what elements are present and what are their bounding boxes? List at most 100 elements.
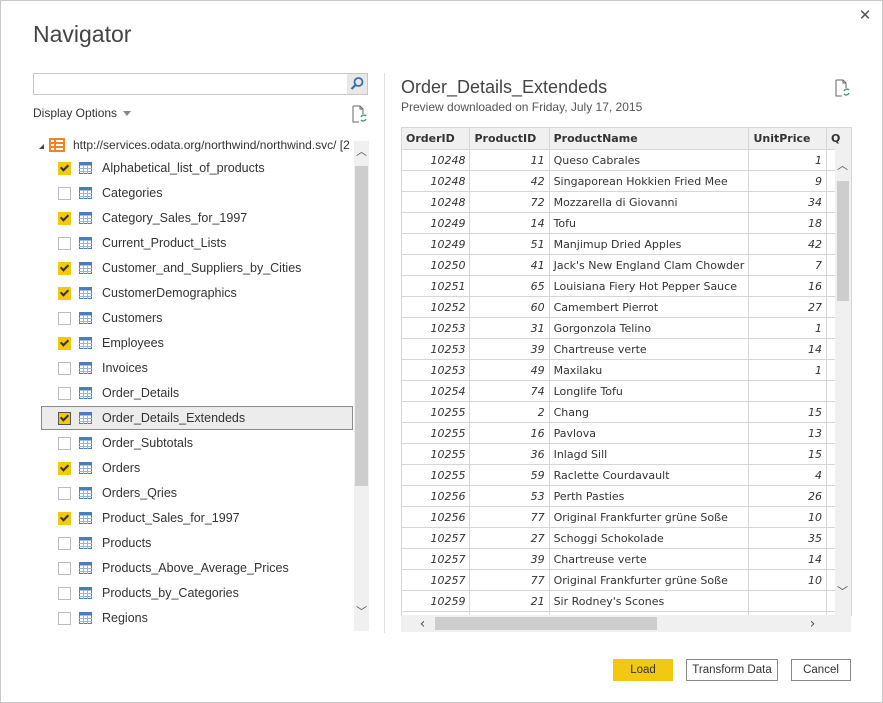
checkbox[interactable] — [58, 211, 71, 225]
table-cell: 77 — [469, 506, 550, 528]
tree-item[interactable]: Order_Details — [41, 381, 353, 405]
table-cell: 10253 — [402, 338, 471, 360]
scroll-up-icon[interactable]: ︿ — [835, 157, 850, 173]
tree-item[interactable]: Order_Details_Extendeds — [41, 406, 353, 430]
table-cell: 10250 — [402, 254, 471, 276]
navigator-tree: http://services.odata.org/northwind/nort… — [33, 131, 353, 631]
tree-item[interactable]: Invoices — [41, 356, 353, 380]
table-cell: 10255 — [402, 401, 471, 423]
table-row: 10252 60 Camembert Pierrot 27 — [402, 296, 852, 318]
tree-item-label: Customer_and_Suppliers_by_Cities — [102, 261, 302, 275]
table-row: 10256 53 Perth Pasties 26 — [402, 485, 852, 507]
expand-triangle-icon[interactable] — [39, 144, 44, 149]
tree-item[interactable]: Orders_Qries — [41, 481, 353, 505]
checkbox[interactable] — [58, 511, 71, 525]
table-row: 10257 27 Schoggi Schokolade 35 — [402, 527, 852, 549]
table-cell: 60 — [469, 296, 550, 318]
table-cell: 36 — [469, 443, 550, 465]
tree-item[interactable]: Customers — [41, 306, 353, 330]
checkbox[interactable] — [58, 361, 71, 375]
cancel-button[interactable]: Cancel — [791, 659, 851, 681]
search-button[interactable] — [347, 74, 367, 94]
column-header[interactable]: Q — [826, 128, 852, 150]
table-cell: Schoggi Schokolade — [549, 527, 750, 549]
checkbox[interactable] — [58, 236, 71, 250]
checkbox[interactable] — [58, 286, 71, 300]
table-cell: Perth Pasties — [549, 485, 750, 507]
load-button[interactable]: Load — [613, 659, 673, 681]
display-options-dropdown[interactable]: Display Options — [33, 106, 132, 120]
tree-item[interactable]: Categories — [41, 181, 353, 205]
checkbox[interactable] — [58, 161, 71, 175]
table-cell: 10255 — [402, 443, 471, 465]
scroll-right-icon[interactable]: › — [805, 616, 820, 632]
scrollbar-thumb[interactable] — [435, 617, 657, 630]
checkbox[interactable] — [58, 261, 71, 275]
checkbox[interactable] — [58, 311, 71, 325]
tree-item[interactable]: Orders — [41, 456, 353, 480]
tree-item[interactable]: Products_by_Categories — [41, 581, 353, 605]
table-cell: Chartreuse verte — [549, 338, 750, 360]
table-icon — [79, 337, 92, 349]
tree-item[interactable]: Customer_and_Suppliers_by_Cities — [41, 256, 353, 280]
tree-item[interactable]: Employees — [41, 331, 353, 355]
table-row: 10253 49 Maxilaku 1 — [402, 359, 852, 381]
tree-item[interactable]: Regions — [41, 606, 353, 630]
scrollbar-thumb[interactable] — [355, 166, 368, 486]
table-row: 10255 16 Pavlova 13 — [402, 422, 852, 444]
table-cell: 10248 — [402, 191, 471, 213]
refresh-document-icon — [352, 105, 367, 123]
search-input[interactable] — [38, 76, 347, 94]
table-row: 10257 77 Original Frankfurter grüne Soße 10 — [402, 569, 852, 591]
table-icon — [79, 487, 92, 499]
column-header[interactable]: ProductName — [549, 128, 750, 150]
table-icon — [79, 187, 92, 199]
preview-grid: OrderID ProductID ProductName UnitPrice Q 10… — [401, 127, 852, 616]
checkbox[interactable] — [58, 386, 71, 400]
tree-item[interactable]: Alphabetical_list_of_products — [41, 156, 353, 180]
tree-item[interactable]: Product_Sales_for_1997 — [41, 506, 353, 530]
scroll-up-icon[interactable]: ︿ — [354, 143, 369, 159]
table-icon — [79, 537, 92, 549]
tree-item-label: Customers — [102, 311, 163, 325]
checkbox[interactable] — [58, 536, 71, 550]
refresh-button[interactable] — [352, 105, 368, 127]
tree-root[interactable]: http://services.odata.org/northwind/nort… — [39, 135, 350, 155]
table-cell: 10259 — [402, 590, 471, 612]
column-header[interactable]: ProductID — [469, 128, 550, 150]
table-cell: 13 — [748, 422, 828, 444]
tree-item[interactable]: Products — [41, 531, 353, 555]
preview-refresh-button[interactable] — [835, 79, 851, 101]
tree-item[interactable]: Category_Sales_for_1997 — [41, 206, 353, 230]
refresh-document-icon — [835, 79, 850, 97]
checkbox[interactable] — [58, 336, 71, 350]
checkbox[interactable] — [58, 411, 71, 425]
checkbox[interactable] — [58, 461, 71, 475]
checkbox[interactable] — [58, 611, 71, 625]
scrollbar-thumb[interactable] — [837, 181, 849, 301]
column-header[interactable]: OrderID — [402, 128, 471, 150]
checkbox[interactable] — [58, 186, 71, 200]
table-cell: 16 — [469, 422, 550, 444]
checkbox[interactable] — [58, 586, 71, 600]
tree-item[interactable]: Current_Product_Lists — [41, 231, 353, 255]
preview-horizontal-scrollbar[interactable]: ‹ › — [401, 615, 851, 632]
table-icon — [79, 262, 92, 274]
table-cell: 27 — [469, 527, 550, 549]
tree-item[interactable]: Products_Above_Average_Prices — [41, 556, 353, 580]
checkbox[interactable] — [58, 436, 71, 450]
preview-vertical-scrollbar[interactable]: ︿ ﹀ — [835, 149, 851, 615]
tree-item[interactable]: Order_Subtotals — [41, 431, 353, 455]
transform-data-button[interactable]: Transform Data — [686, 659, 778, 681]
checkbox[interactable] — [58, 486, 71, 500]
scroll-down-icon[interactable]: ﹀ — [835, 583, 850, 599]
scroll-left-icon[interactable]: ‹ — [415, 616, 430, 632]
checkbox[interactable] — [58, 561, 71, 575]
scroll-down-icon[interactable]: ﹀ — [354, 603, 369, 619]
close-icon[interactable]: ✕ — [857, 7, 873, 23]
column-header[interactable]: UnitPrice — [748, 128, 828, 150]
table-cell: Pavlova — [549, 422, 750, 444]
table-icon — [79, 212, 92, 224]
tree-scrollbar[interactable]: ︿ ﹀ — [354, 141, 369, 631]
tree-item[interactable]: CustomerDemographics — [41, 281, 353, 305]
